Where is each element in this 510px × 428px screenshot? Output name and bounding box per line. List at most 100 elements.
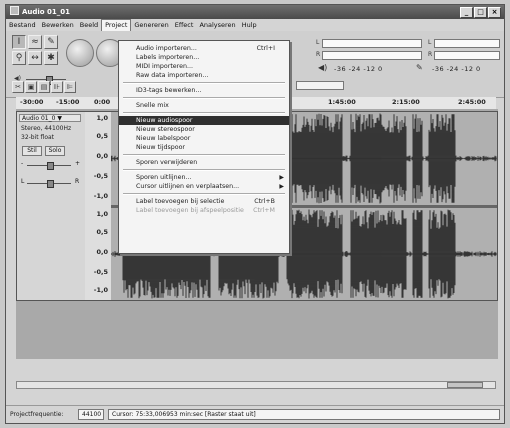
- project-rate-label: Projectfrequentie:: [10, 411, 64, 418]
- status-bar: Projectfrequentie: 44100 Cursor: 75:33,0…: [6, 405, 504, 423]
- submenu-arrow-icon: ▶: [279, 174, 284, 181]
- menu-item[interactable]: Label toevoegen bij selectie Ctrl+B: [119, 197, 289, 206]
- menu-effect[interactable]: Effect: [172, 19, 197, 31]
- pan-knob[interactable]: [47, 180, 54, 188]
- track-format: Stereo, 44100Hz: [21, 125, 72, 132]
- menu-item-label: Nieuw labelspoor: [136, 135, 191, 142]
- menu-item-label: Raw data importeren...: [136, 72, 209, 79]
- menu-item[interactable]: Labels importeren...: [119, 53, 289, 62]
- scale-label: 0,0: [96, 248, 108, 256]
- project-rate-select[interactable]: 44100: [78, 409, 104, 420]
- menu-separator: [123, 193, 285, 195]
- pan-slider[interactable]: [27, 180, 71, 188]
- menu-separator: [123, 82, 285, 84]
- menu-item-label: Nieuw stereospoor: [136, 126, 195, 133]
- pan-left-label: L: [21, 178, 25, 185]
- microphone-icon[interactable]: ✎: [416, 63, 423, 72]
- scale-label: 0,5: [96, 132, 108, 140]
- timeshift-tool-icon[interactable]: ↔: [28, 51, 42, 65]
- scale-label: -1,0: [93, 192, 108, 200]
- scale-label: 1,0: [96, 114, 108, 122]
- scale-label: 0,0: [96, 152, 108, 160]
- pause-button[interactable]: [66, 39, 94, 67]
- channel-scale-top: 1,0 0,5 0,0 -0,5 -1,0 1,0 0,5 0,0 -0,5 -…: [85, 112, 112, 300]
- trim-icon[interactable]: ⊪: [51, 81, 63, 93]
- minimize-button[interactable]: _: [460, 7, 473, 18]
- cut-icon[interactable]: ✂: [12, 81, 24, 93]
- gain-minus-label: -: [21, 160, 24, 167]
- gain-slider[interactable]: [27, 162, 71, 170]
- menu-analyseren[interactable]: Analyseren: [196, 19, 238, 31]
- menu-separator: [123, 112, 285, 114]
- multi-tool-icon[interactable]: ✱: [44, 51, 58, 65]
- horizontal-scrollbar[interactable]: [16, 381, 496, 389]
- menu-item-label: Label toevoegen bij afspeelpositie: [136, 207, 244, 214]
- scrollbar-thumb[interactable]: [447, 382, 483, 388]
- menu-item[interactable]: Nieuw labelspoor: [119, 134, 289, 143]
- solo-button[interactable]: Solo: [45, 146, 65, 156]
- menu-item[interactable]: Sporen uitlijnen... ▶: [119, 173, 289, 182]
- scale-label: 0,5: [96, 228, 108, 236]
- menu-separator: [123, 154, 285, 156]
- menu-item-label: ID3-tags bewerken...: [136, 87, 202, 94]
- project-dropdown-menu: Audio importeren... Ctrl+I Labels importer…: [118, 40, 290, 254]
- menu-item[interactable]: Nieuw stereospoor: [119, 125, 289, 134]
- menu-item-shortcut: Ctrl+B: [254, 198, 275, 205]
- menu-separator: [123, 169, 285, 171]
- menu-item[interactable]: Snelle mix: [119, 101, 289, 110]
- maximize-button[interactable]: □: [474, 7, 487, 18]
- speaker-icon[interactable]: ◀): [318, 63, 327, 72]
- menu-bestand[interactable]: Bestand: [6, 19, 39, 31]
- envelope-tool-icon[interactable]: ≈: [28, 35, 42, 49]
- rec-meter-r-label: R: [428, 51, 433, 58]
- scale-label: -0,5: [93, 268, 108, 276]
- draw-tool-icon[interactable]: ✎: [44, 35, 58, 49]
- ruler-tick-label: 1:45:00: [328, 98, 356, 106]
- gain-knob[interactable]: [47, 162, 54, 170]
- menu-item[interactable]: Raw data importeren...: [119, 71, 289, 80]
- copy-icon[interactable]: ▣: [25, 81, 37, 93]
- menu-item[interactable]: Audio importeren... Ctrl+I: [119, 44, 289, 53]
- menu-bewerken[interactable]: Bewerken: [39, 19, 77, 31]
- ruler-tick-label: -15:00: [56, 98, 80, 106]
- menu-beeld[interactable]: Beeld: [77, 19, 101, 31]
- menu-project[interactable]: Project: [101, 19, 132, 31]
- paste-icon[interactable]: ▤: [38, 81, 50, 93]
- menu-hulp[interactable]: Hulp: [239, 19, 260, 31]
- mute-button[interactable]: Stil: [22, 146, 42, 156]
- menu-item[interactable]: Nieuw tijdspoor: [119, 143, 289, 152]
- menu-item-label: Nieuw audiospoor: [136, 117, 193, 124]
- menu-item-label: Cursor uitlijnen en verplaatsen...: [136, 183, 240, 190]
- menu-item-label: MIDI importeren...: [136, 63, 193, 70]
- gain-plus-label: +: [75, 160, 81, 167]
- zoom-tool-icon[interactable]: ⚲: [12, 51, 26, 65]
- meter-scale-playback: -36 -24 -12 0: [334, 65, 383, 73]
- menu-genereren[interactable]: Genereren: [131, 19, 171, 31]
- menu-item-label: Label toevoegen bij selectie: [136, 198, 225, 205]
- ruler-tick-label: -30:00: [20, 98, 44, 106]
- menu-item-label: Snelle mix: [136, 102, 169, 109]
- app-window: Audio 01_01 _ □ × Bestand Bewerken Beeld…: [5, 4, 505, 424]
- close-button[interactable]: ×: [488, 7, 501, 18]
- playback-meter-left: [322, 39, 422, 48]
- menu-item[interactable]: Sporen verwijderen: [119, 158, 289, 167]
- menu-item-label: Sporen verwijderen: [136, 159, 198, 166]
- app-icon: [10, 6, 19, 15]
- selection-tool-icon[interactable]: I: [12, 35, 26, 49]
- menu-bar: Bestand Bewerken Beeld Project Genereren…: [6, 19, 504, 31]
- menu-item[interactable]: Nieuw audiospoor: [119, 116, 289, 125]
- track-name-button[interactable]: Audio 01_0 ▼: [19, 114, 81, 122]
- silence-icon[interactable]: ⊫: [64, 81, 76, 93]
- menu-item-label: Labels importeren...: [136, 54, 200, 61]
- menu-item[interactable]: MIDI importeren...: [119, 62, 289, 71]
- menu-item[interactable]: ID3-tags bewerken...: [119, 86, 289, 95]
- menu-item-label: Nieuw tijdspoor: [136, 144, 186, 151]
- input-source-select[interactable]: [296, 81, 344, 90]
- menu-item[interactable]: Label toevoegen bij afspeelpositie Ctrl+M: [119, 206, 289, 215]
- menu-item[interactable]: Cursor uitlijnen en verplaatsen... ▶: [119, 182, 289, 191]
- meter-scale-record: -36 -24 -12 0: [432, 65, 481, 73]
- cursor-status: Cursor: 75:33,006953 min:sec [Raster sta…: [108, 409, 500, 420]
- track-bitdepth: 32-bit float: [21, 134, 55, 141]
- meter-r-label: R: [316, 51, 321, 58]
- menu-item-shortcut: Ctrl+M: [253, 207, 275, 214]
